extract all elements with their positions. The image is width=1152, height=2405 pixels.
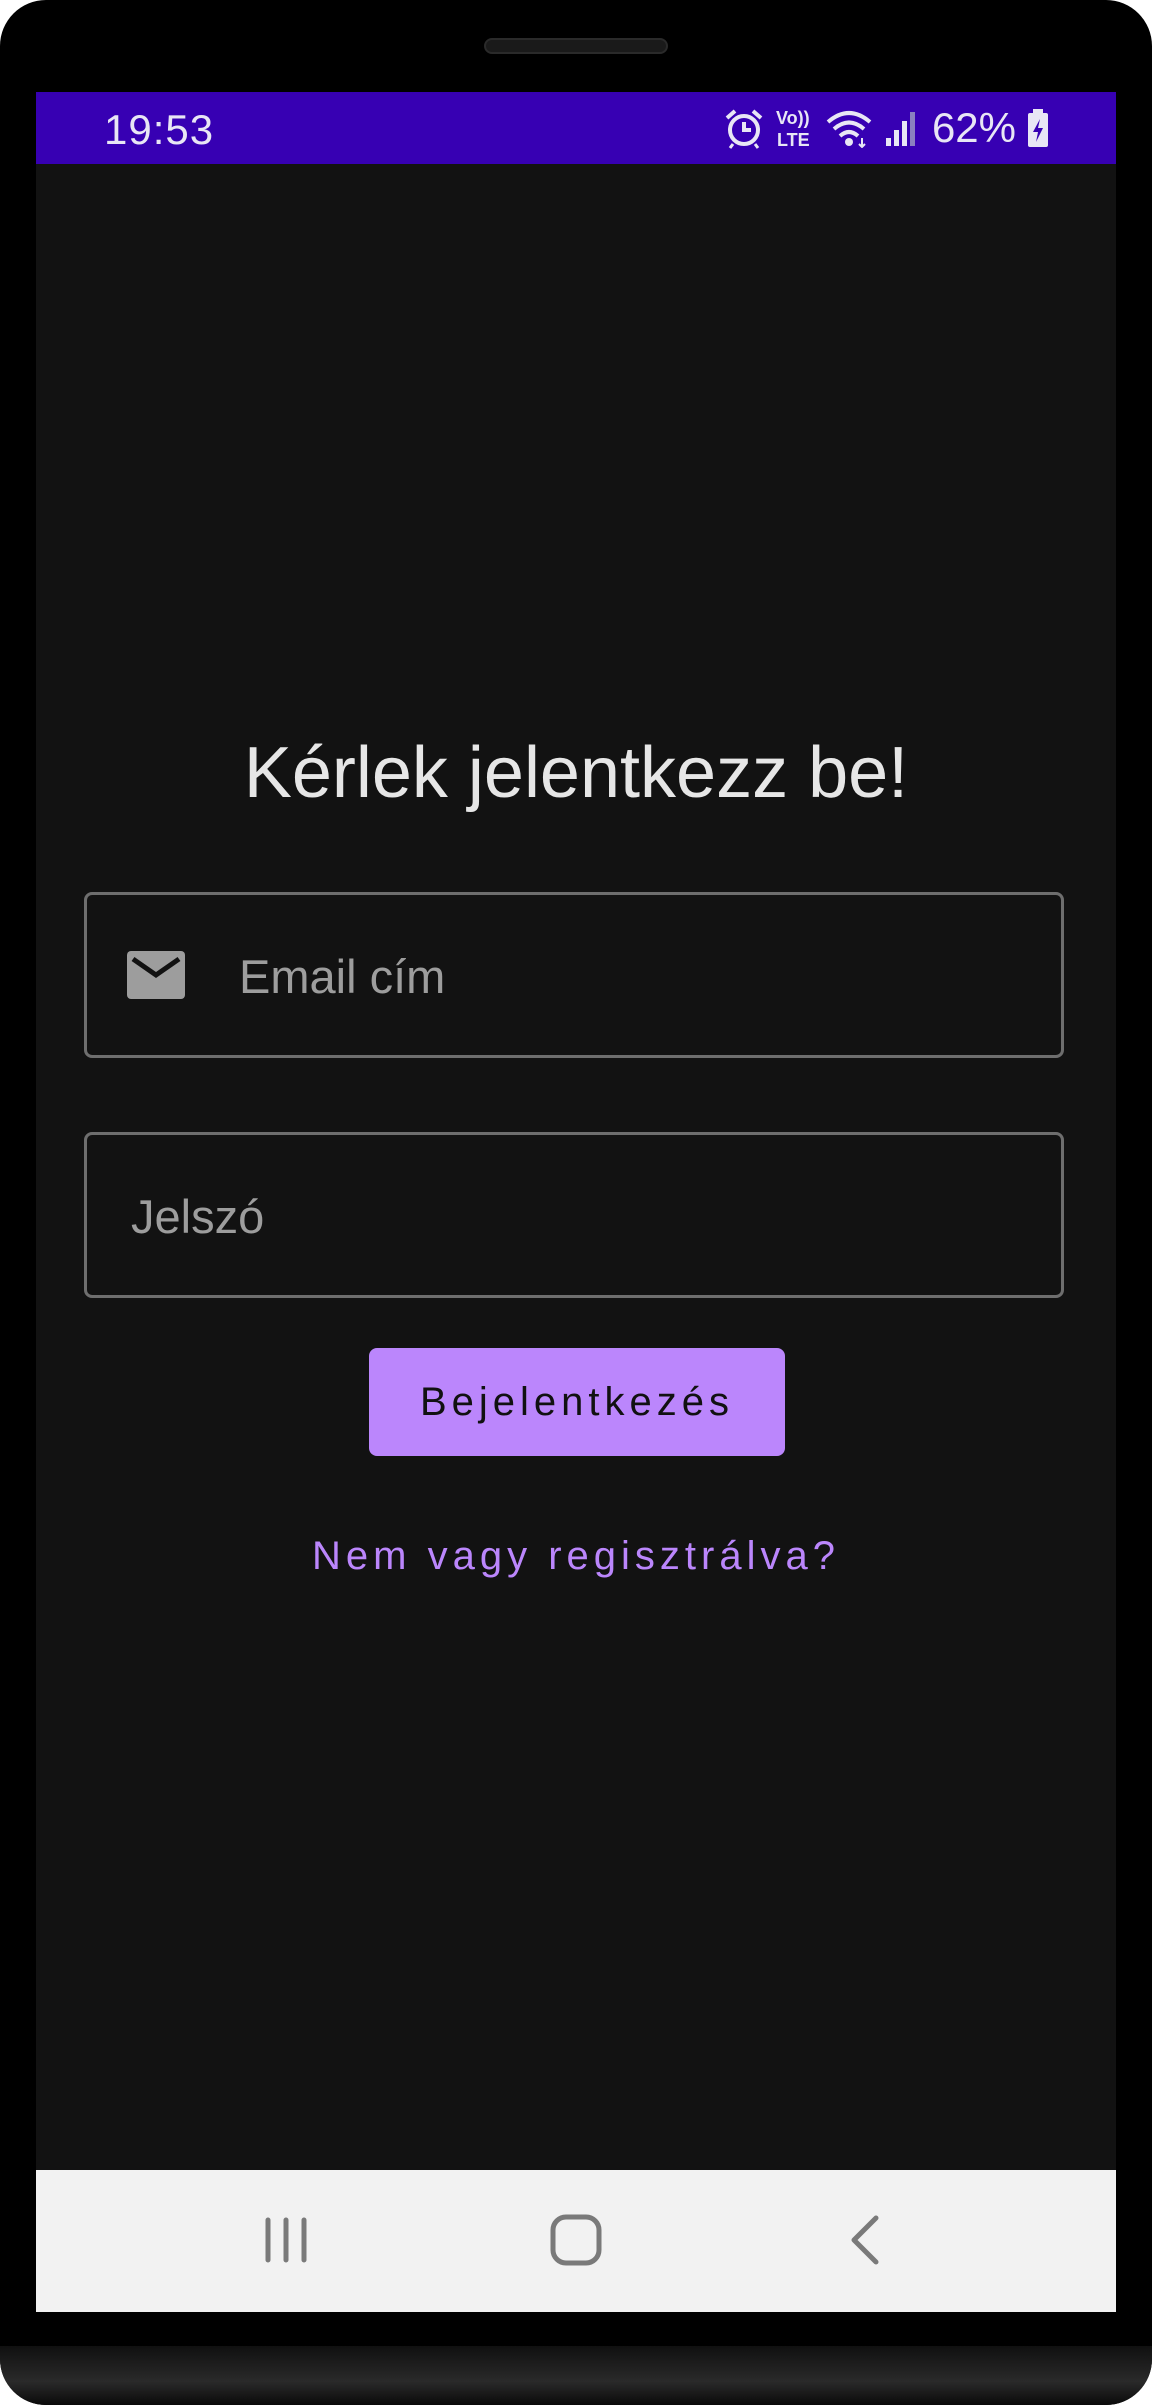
login-title: Kérlek jelentkezz be! [243,733,909,813]
login-button[interactable]: Bejelentkezés [369,1348,785,1456]
back-icon[interactable] [834,2208,898,2272]
alarm-icon [725,109,763,149]
recents-icon[interactable] [254,2208,318,2272]
phone-bottom-edge [0,2346,1152,2405]
battery-percent: 62% [931,104,1016,151]
status-bar: 19:53 Vo)) LTE 62% [36,92,1116,164]
password-placeholder: Jelszó [131,1190,265,1243]
email-placeholder: Email cím [239,950,446,1003]
wifi-icon [826,111,872,148]
status-icons: Vo)) LTE 62% [724,104,1050,152]
volte-label-bottom: LTE [777,130,810,150]
battery-charging-icon [1028,109,1048,147]
home-icon[interactable] [544,2208,608,2272]
status-time: 19:53 [104,106,215,153]
mail-icon [127,951,185,999]
navigation-bar [36,2170,1116,2312]
email-field[interactable]: Email cím [84,892,1064,1058]
phone-frame: 19:53 Vo)) LTE 62% Kérlek jelentkezz be!… [0,0,1152,2405]
volte-icon: Vo)) LTE [776,108,810,150]
password-field[interactable]: Jelszó [84,1132,1064,1298]
screen: 19:53 Vo)) LTE 62% Kérlek jelentkezz be!… [36,92,1116,2312]
earpiece-speaker [484,38,668,54]
register-link[interactable]: Nem vagy regisztrálva? [36,1534,1116,1579]
volte-label-top: Vo)) [776,108,810,128]
signal-icon [885,112,915,146]
